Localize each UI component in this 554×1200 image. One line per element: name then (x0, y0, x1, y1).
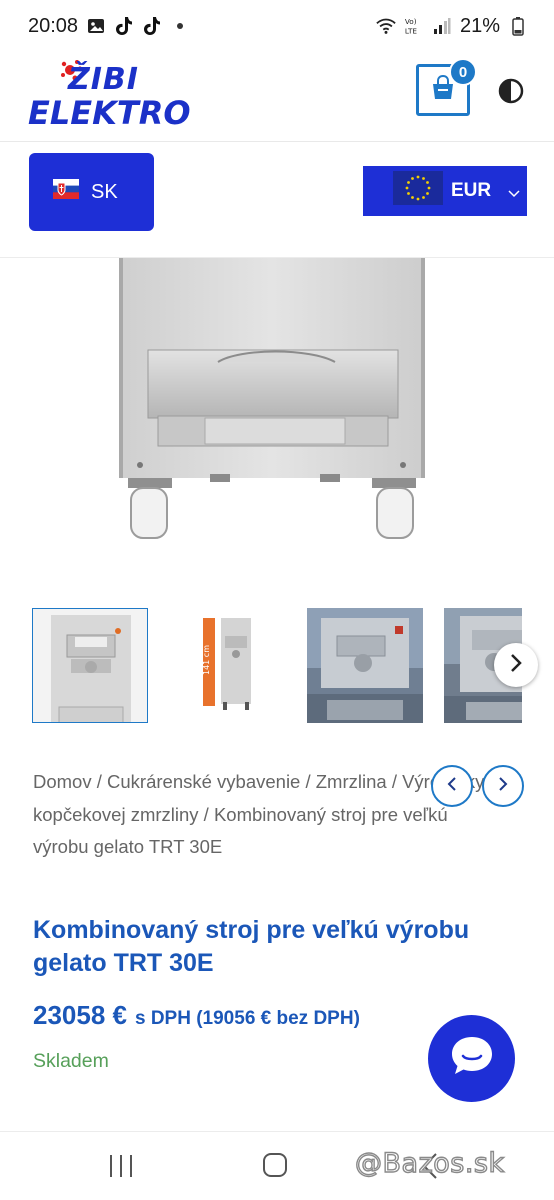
volte-icon: Vo) LTE (404, 16, 424, 36)
home-icon[interactable] (262, 1152, 288, 1178)
chevron-right-icon (496, 775, 510, 798)
product-title: Kombinovaný stroj pre veľkú výrobu gelat… (33, 916, 470, 977)
logo-text-top: ŽIBI (68, 62, 139, 97)
thumbnail-1[interactable] (32, 608, 148, 723)
thumbnail-strip: 141 cm (0, 607, 554, 725)
svg-text:Vo): Vo) (405, 17, 417, 26)
price-with-vat: 23058 € (33, 1000, 127, 1030)
site-header: ŽIBI ELEKTRO 0 (0, 52, 554, 142)
svg-text:LTE: LTE (405, 26, 417, 35)
tiktok-icon (142, 16, 162, 36)
chat-button[interactable] (428, 1015, 515, 1102)
gallery-icon (86, 16, 106, 36)
product-nav-arrows (431, 765, 524, 807)
thumbnail-2[interactable]: 141 cm (169, 608, 285, 723)
wifi-icon (376, 16, 396, 36)
stock-status: Skladem (33, 1050, 109, 1072)
battery-icon (508, 16, 528, 36)
chevron-right-icon (508, 653, 524, 678)
product-main-image[interactable] (0, 258, 554, 580)
thumbnail-3[interactable] (307, 608, 423, 723)
tiktok-icon (114, 16, 134, 36)
chat-bubble-icon (449, 1034, 495, 1083)
dot-icon (170, 16, 190, 36)
height-label: 141 cm (202, 645, 211, 675)
status-bar: 20:08 Vo) LTE 21% (0, 0, 554, 52)
previous-product-button[interactable] (431, 765, 473, 807)
site-logo[interactable]: ŽIBI ELEKTRO (28, 58, 228, 136)
next-product-button[interactable] (482, 765, 524, 807)
locale-bar: SK EUR (0, 142, 554, 258)
logo-text-bottom: ELEKTRO (28, 94, 191, 132)
chevron-down-icon (507, 184, 521, 198)
chevron-left-icon (445, 775, 459, 798)
slovak-flag-icon (53, 179, 79, 205)
currency-label: EUR (451, 180, 492, 201)
price-row: 23058 € s DPH (19056 € bez DPH) (33, 1000, 360, 1031)
language-label: SK (91, 180, 118, 203)
status-time: 20:08 (28, 14, 79, 37)
signal-icon (432, 16, 452, 36)
battery-level: 21% (459, 14, 500, 37)
eu-flag-icon (393, 171, 443, 211)
cart-count-badge: 0 (449, 58, 477, 86)
language-selector[interactable]: SK (29, 153, 154, 231)
thumbnail-next-button[interactable] (494, 643, 538, 687)
watermark: @Bazos.sk (354, 1147, 505, 1179)
contrast-toggle-icon[interactable] (498, 78, 524, 104)
recent-apps-icon[interactable] (108, 1154, 134, 1178)
currency-selector[interactable]: EUR (363, 166, 527, 216)
price-note: s DPH (19056 € bez DPH) (134, 1008, 360, 1029)
